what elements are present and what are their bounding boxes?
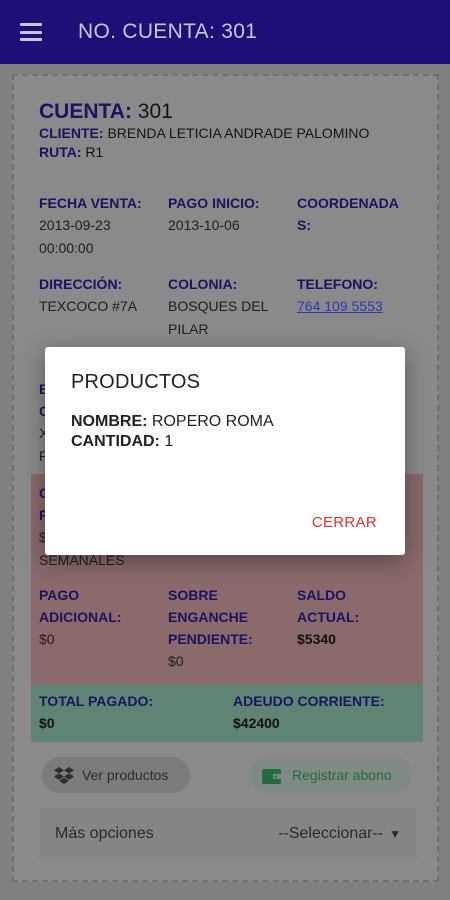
- direccion-field: DIRECCIÓN: TEXCOCO #7A: [39, 273, 137, 318]
- ruta-line: RUTA: R1: [39, 143, 369, 162]
- pago-adicional-label: PAGO: [39, 587, 80, 603]
- sobre-enganche-field: SOBRE ENGANCHE PENDIENTE: $0: [168, 584, 253, 673]
- colonia-label: COLONIA:: [168, 276, 238, 292]
- telefono-label: TELEFONO:: [297, 276, 378, 292]
- pago-inicio-field: PAGO INICIO: 2013-10-06: [168, 192, 260, 237]
- pago-inicio-value: 2013-10-06: [168, 217, 240, 233]
- app-bar: NO. CUENTA: 301: [0, 0, 450, 64]
- fecha-venta-value: 2013-09-23: [39, 217, 111, 233]
- wallet-icon: [262, 768, 282, 784]
- dropbox-icon: [54, 767, 74, 784]
- app-bar-title: NO. CUENTA: 301: [78, 20, 258, 43]
- ruta-label: RUTA:: [39, 144, 82, 160]
- cuenta-line: CUENTA: 301: [39, 100, 369, 124]
- registrar-abono-button[interactable]: Registrar abono: [250, 757, 412, 793]
- totals-section: TOTAL PAGADO: $0 ADEUDO CORRIENTE: $4240…: [31, 684, 423, 742]
- coordenadas-field: COORDENADA S:: [297, 192, 399, 236]
- adeudo-corriente-value: $42400: [233, 715, 280, 731]
- telefono-field: TELEFONO: 764 109 5553: [297, 273, 383, 318]
- fecha-venta-field: FECHA VENTA: 2013-09-23 00:00:00: [39, 192, 142, 260]
- colonia-value-cont: PILAR: [168, 321, 209, 337]
- ver-productos-button[interactable]: Ver productos: [42, 757, 190, 793]
- nombre-value: ROPERO ROMA: [151, 413, 274, 430]
- mas-opciones-label: Más opciones: [55, 825, 154, 842]
- saldo-actual-label-cont: ACTUAL:: [297, 609, 360, 625]
- nombre-label: NOMBRE:: [71, 413, 148, 430]
- direccion-label: DIRECCIÓN:: [39, 276, 123, 292]
- pago-adicional-label-cont: ADICIONAL:: [39, 609, 122, 625]
- sobre-enganche-label-3: PENDIENTE:: [168, 631, 253, 647]
- cliente-value: BRENDA LETICIA ANDRADE PALOMINO: [107, 125, 370, 141]
- fecha-venta-label: FECHA VENTA:: [39, 195, 142, 211]
- account-header: CUENTA: 301 CLIENTE: BRENDA LETICIA ANDR…: [39, 100, 369, 162]
- total-pagado-value: $0: [39, 715, 55, 731]
- saldo-actual-field: SALDO ACTUAL: $5340: [297, 584, 359, 651]
- cliente-label: CLIENTE:: [39, 125, 104, 141]
- cerrar-button[interactable]: CERRAR: [312, 514, 377, 531]
- direccion-value: TEXCOCO #7A: [39, 298, 138, 314]
- mas-opciones-row[interactable]: Más opciones --Seleccionar-- ▼: [39, 808, 417, 860]
- sobre-enganche-label: SOBRE: [168, 587, 218, 603]
- coordenadas-label: COORDENADA: [297, 195, 399, 211]
- adeudo-corriente-label: ADEUDO CORRIENTE:: [233, 693, 385, 709]
- telefono-link[interactable]: 764 109 5553: [297, 295, 383, 318]
- menu-icon[interactable]: [20, 23, 42, 41]
- cantidad-line: CANTIDAD: 1: [71, 433, 173, 451]
- total-pagado-field: TOTAL PAGADO: $0: [39, 690, 153, 735]
- opciones-select-value[interactable]: --Seleccionar--: [278, 825, 383, 843]
- pago-inicio-label: PAGO INICIO:: [168, 195, 260, 211]
- fecha-venta-time: 00:00:00: [39, 240, 94, 256]
- colonia-value: BOSQUES DEL: [168, 298, 269, 314]
- sobre-enganche-label-2: ENGANCHE: [168, 609, 249, 625]
- colonia-field: COLONIA: BOSQUES DEL PILAR: [168, 273, 268, 341]
- cantidad-value: 1: [164, 433, 174, 450]
- ver-productos-label: Ver productos: [82, 767, 169, 783]
- registrar-abono-label: Registrar abono: [292, 767, 392, 783]
- sobre-enganche-value: $0: [168, 653, 184, 669]
- adeudo-corriente-field: ADEUDO CORRIENTE: $42400: [233, 690, 385, 735]
- saldo-actual-label: SALDO: [297, 587, 346, 603]
- coordenadas-label-cont: S:: [297, 217, 311, 233]
- total-pagado-label: TOTAL PAGADO:: [39, 693, 154, 709]
- cuenta-value: 301: [137, 100, 173, 123]
- cantidad-label: CANTIDAD:: [71, 433, 160, 450]
- nombre-line: NOMBRE: ROPERO ROMA: [71, 413, 274, 431]
- dialog-title: PRODUCTOS: [71, 371, 201, 393]
- ruta-value: R1: [85, 144, 104, 160]
- cuenta-label: CUENTA:: [39, 100, 132, 123]
- dropdown-arrow-icon: ▼: [389, 827, 401, 841]
- saldo-actual-value: $5340: [297, 631, 336, 647]
- pago-adicional-value: $0: [39, 631, 55, 647]
- pago-adicional-field: PAGO ADICIONAL: $0: [39, 584, 121, 651]
- productos-dialog: PRODUCTOS NOMBRE: ROPERO ROMA CANTIDAD: …: [45, 347, 405, 555]
- cliente-line: CLIENTE: BRENDA LETICIA ANDRADE PALOMINO: [39, 124, 369, 143]
